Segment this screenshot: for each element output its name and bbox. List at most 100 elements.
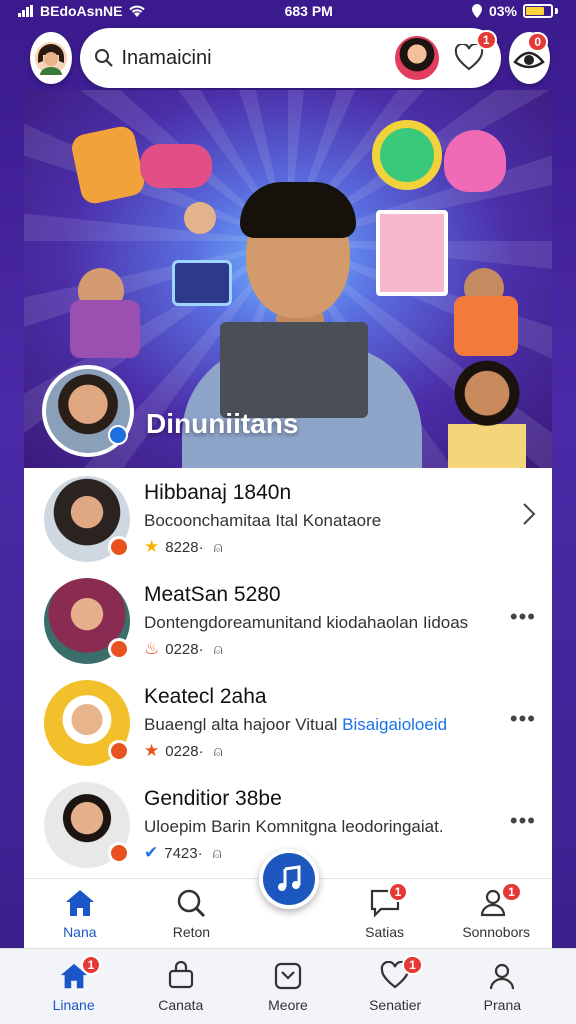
list-item-subtitle: Dontengdoreamunitand kiodahaolan Iidoas (144, 613, 469, 632)
list-item-subtitle-link[interactable]: Bisaigaioloeid (342, 715, 447, 734)
hero-host-avatar[interactable] (42, 365, 134, 457)
hero-laptop (220, 322, 368, 418)
tab2-heart-label: Senatier (369, 996, 422, 1013)
person-icon (490, 963, 515, 989)
search-input[interactable] (121, 46, 387, 70)
list-item-meta: ♨ 0228· ⍝ (144, 639, 552, 659)
tab2-home[interactable]: 1 Linane (29, 954, 119, 1013)
tab-people-badge: 1 (501, 882, 522, 902)
notifications-badge: 1 (475, 30, 497, 50)
person-icon: ⍝ (213, 640, 223, 658)
list-item-title: Hibbanaj 1840n (144, 481, 292, 504)
live-badge-icon (108, 638, 130, 660)
list-item-avatar (44, 578, 130, 664)
list-item-avatar (44, 782, 130, 868)
tab-chat-label: Satias (365, 924, 405, 940)
tab2-heart[interactable]: 1 Senatier (350, 954, 440, 1013)
star-icon: ★ (144, 741, 160, 760)
creator-list: Hibbanaj 1840n Bocoonchamitaa Ital Konat… (24, 468, 552, 878)
tab2-profile-label: Prana (483, 996, 522, 1013)
tab2-bag[interactable]: Canata (136, 960, 226, 1013)
music-note-icon (278, 865, 301, 891)
list-item-count: 0228· (165, 640, 204, 658)
tab2-box-label: Meore (268, 996, 308, 1013)
star-icon: ★ (144, 537, 160, 556)
secondary-tab-bar: 1 Linane Canata Meore 1 Senatier Prana (0, 948, 576, 1024)
list-item[interactable]: MeatSan 5280 Dontengdoreamunitand kiodah… (24, 570, 552, 672)
hero-chair-left (70, 300, 140, 358)
hero-person-hair (240, 182, 356, 238)
tab2-heart-badge: 1 (402, 954, 423, 975)
more-icon[interactable]: ••• (510, 706, 536, 732)
check-icon: ✔ (144, 843, 159, 862)
tab2-home-badge: 1 (80, 954, 102, 975)
person-icon: ⍝ (213, 538, 223, 556)
search-bar[interactable]: 1 (79, 28, 501, 88)
hero-chair-right (454, 296, 518, 356)
featured-user-avatar[interactable] (394, 36, 439, 80)
menu-button[interactable]: 0 (508, 32, 550, 84)
bag-icon (168, 960, 193, 988)
tab-home[interactable]: Nana (35, 888, 125, 940)
tab2-bag-label: Canata (158, 996, 204, 1013)
list-item-text: Genditior 38be Uloepim Barin Komnitgna l… (144, 787, 552, 863)
list-item-text: Hibbanaj 1840n Bocoonchamitaa Ital Konat… (144, 481, 552, 557)
list-item-count: 0228· (165, 742, 204, 760)
tab2-home-label: Linane (52, 996, 95, 1013)
person-icon: ⍝ (213, 742, 223, 760)
tab-chat-badge: 1 (387, 882, 409, 902)
status-left: BEdoAsnNE (18, 3, 146, 19)
status-right: 03% (471, 3, 558, 19)
hero-banner[interactable]: Dinuniitans (24, 90, 552, 468)
list-item-title: Keatecl 2aha (144, 685, 267, 708)
battery-icon (522, 4, 553, 18)
clock: 683 PM (284, 3, 333, 19)
list-item-count: 8228· (165, 538, 204, 556)
wifi-icon (129, 5, 146, 17)
live-badge-icon (108, 536, 130, 558)
list-item-text: MeatSan 5280 Dontengdoreamunitand kiodah… (144, 583, 552, 659)
home-icon (65, 890, 94, 916)
hero-heart-face-icon (444, 130, 506, 192)
live-badge-icon (108, 740, 130, 762)
hero-screen-icon (172, 260, 232, 306)
tab2-box[interactable]: Meore (243, 961, 333, 1013)
user-avatar-icon (34, 42, 67, 75)
hero-figure-top (184, 202, 216, 234)
hero-gamepad-icon (140, 144, 212, 188)
tab-people-label: Sonnobors (462, 924, 531, 940)
box-icon (274, 962, 302, 989)
tab2-profile[interactable]: Prana (457, 961, 547, 1013)
tab-search[interactable]: Reton (146, 888, 236, 940)
person-icon: ⍝ (212, 844, 222, 862)
list-item-subtitle: Uloepim Barin Komnitgna leodoringaiat. (144, 817, 444, 836)
tab-search-label: Reton (172, 924, 211, 940)
more-icon[interactable]: ••• (510, 604, 536, 630)
battery-cap (554, 8, 558, 14)
list-item-title: Genditior 38be (144, 787, 282, 810)
list-item-meta: ✔ 7423· ⍝ (144, 843, 552, 863)
chevron-right-icon[interactable] (522, 502, 536, 532)
carrier-label: BEdoAsnNE (40, 3, 123, 19)
music-fab-button[interactable] (259, 849, 319, 909)
tab-chat[interactable]: 1 Satias (340, 882, 430, 940)
list-item-avatar (44, 476, 130, 562)
list-item-meta: ★ 8228· ⍝ (144, 537, 552, 557)
list-item-text: Keatecl 2aha Buaengl alta hajoor Vitual … (144, 685, 552, 761)
tab-home-label: Nana (63, 924, 97, 940)
list-item-count: 7423· (164, 844, 203, 862)
search-icon (94, 49, 113, 67)
notifications-button[interactable]: 1 (447, 30, 497, 80)
list-item-title: MeatSan 5280 (144, 583, 281, 606)
list-item-meta: ★ 0228· ⍝ (144, 741, 552, 761)
live-badge-icon (108, 842, 130, 864)
profile-avatar-button[interactable] (30, 32, 72, 84)
list-item[interactable]: Hibbanaj 1840n Bocoonchamitaa Ital Konat… (24, 468, 552, 570)
search-icon (178, 889, 206, 918)
list-item[interactable]: Keatecl 2aha Buaengl alta hajoor Vitual … (24, 672, 552, 774)
list-item-avatar (44, 680, 130, 766)
hero-boy-figure (448, 358, 526, 468)
tab-people[interactable]: 1 Sonnobors (451, 882, 541, 940)
more-icon[interactable]: ••• (510, 808, 536, 834)
hero-chat-bubble-icon (372, 120, 442, 190)
